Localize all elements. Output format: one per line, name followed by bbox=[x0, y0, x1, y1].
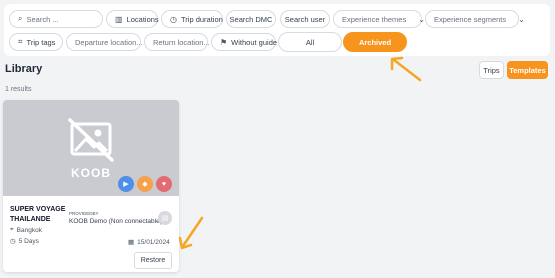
no-image-icon bbox=[68, 118, 114, 162]
locations-label: Locations bbox=[126, 14, 159, 24]
templates-toggle-button[interactable]: Templates bbox=[507, 61, 548, 79]
heart-badge-icon: ♥ bbox=[156, 176, 172, 192]
trip-location: ⌖ Bangkok bbox=[10, 226, 42, 234]
search-dmc-button[interactable]: Search DMC bbox=[226, 10, 276, 28]
search-dmc-label: Search DMC bbox=[229, 14, 273, 24]
status-archived-label: Archived bbox=[358, 37, 392, 47]
status-archived-button[interactable]: Archived bbox=[343, 32, 407, 52]
date-text: 15/01/2024 bbox=[137, 238, 170, 246]
annotation-arrow-archived bbox=[390, 56, 422, 82]
results-count: 1 results bbox=[5, 86, 32, 93]
provider-name: KOOB Demo (Non connectable) bbox=[69, 218, 162, 225]
experience-segments-select[interactable]: Experience segments ⌄ bbox=[425, 10, 525, 28]
chevron-down-icon: ⌄ bbox=[418, 14, 425, 24]
pin-icon: ⌖ bbox=[10, 226, 14, 233]
tag-badge-icon: ◆ bbox=[137, 176, 153, 192]
clock-icon: ◷ bbox=[170, 14, 177, 24]
departure-location-input[interactable]: Departure location... bbox=[66, 33, 143, 51]
provided-by-label: PROVIDEDBY bbox=[69, 211, 99, 216]
koob-logo: KOOB bbox=[71, 166, 111, 180]
trip-duration-filter[interactable]: ◷ Trip duration bbox=[161, 10, 223, 28]
trip-duration-label: Trip duration bbox=[180, 14, 223, 24]
library-title: Library bbox=[5, 63, 43, 75]
search-placeholder: Search ... bbox=[26, 14, 59, 24]
experience-themes-label: Experience themes bbox=[342, 14, 407, 24]
calendar-icon: ▦ bbox=[128, 239, 135, 246]
duration-text: 5 Days bbox=[18, 237, 39, 245]
tag-icon: ⌗ bbox=[18, 37, 23, 46]
trips-toggle-button[interactable]: Trips bbox=[479, 61, 504, 79]
trip-tags-label: Trip tags bbox=[26, 37, 56, 47]
trip-tags-filter[interactable]: ⌗ Trip tags bbox=[9, 33, 63, 51]
trip-name: SUPER VOYAGE THAILANDE bbox=[10, 206, 66, 223]
clock-icon: ◷ bbox=[10, 238, 16, 245]
search-icon: ⌕ bbox=[18, 14, 23, 23]
page: ⌕ Search ... ▥ Locations ◷ Trip duration… bbox=[0, 0, 555, 278]
trip-date: ▦ 15/01/2024 bbox=[128, 238, 170, 247]
filter-bar: ⌕ Search ... ▥ Locations ◷ Trip duration… bbox=[4, 4, 550, 56]
location-text: Bangkok bbox=[16, 226, 42, 234]
without-guide-label: Without guide bbox=[231, 37, 278, 47]
status-all-label: All bbox=[305, 37, 315, 47]
flag-icon: ⚑ bbox=[220, 37, 228, 47]
departure-location-placeholder: Departure location... bbox=[75, 37, 143, 47]
annotation-arrow-restore bbox=[178, 216, 204, 250]
locations-filter[interactable]: ▥ Locations bbox=[106, 10, 159, 28]
experience-themes-select[interactable]: Experience themes ⌄ bbox=[333, 10, 425, 28]
search-user-label: Search user bbox=[284, 14, 326, 24]
experience-segments-label: Experience segments bbox=[434, 14, 507, 24]
trip-thumbnail: KOOB ▶ ◆ ♥ bbox=[3, 100, 179, 196]
chevron-down-icon: ⌄ bbox=[518, 14, 525, 24]
provider-avatar: ▤ bbox=[158, 211, 172, 225]
return-location-input[interactable]: Return location... bbox=[144, 33, 210, 51]
search-user-button[interactable]: Search user bbox=[280, 10, 330, 28]
trip-duration: ◷ 5 Days bbox=[10, 237, 39, 246]
trip-card[interactable]: KOOB ▶ ◆ ♥ SUPER VOYAGE THAILANDE PROVID… bbox=[3, 100, 179, 272]
without-guide-toggle[interactable]: ⚑ Without guide bbox=[211, 33, 278, 51]
map-icon: ▥ bbox=[115, 14, 123, 24]
play-badge-icon: ▶ bbox=[118, 176, 134, 192]
return-location-placeholder: Return location... bbox=[153, 37, 210, 47]
restore-button[interactable]: Restore bbox=[134, 252, 172, 269]
search-input[interactable]: ⌕ Search ... bbox=[9, 10, 103, 28]
status-all-button[interactable]: All bbox=[278, 32, 342, 52]
